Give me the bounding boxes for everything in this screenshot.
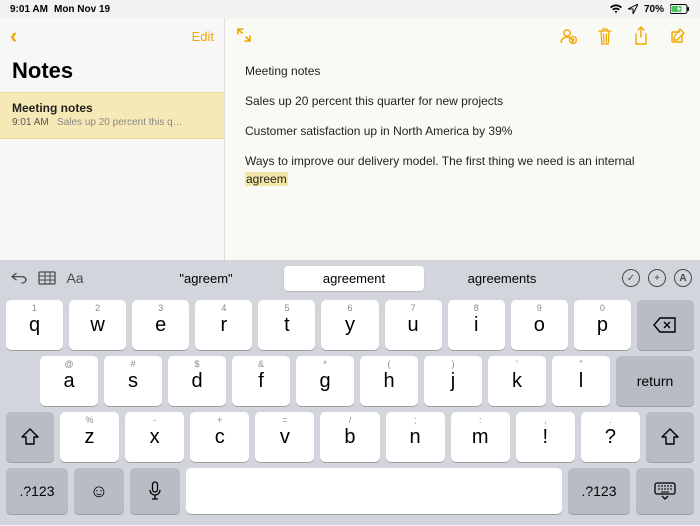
key-b[interactable]: /b [320,412,379,462]
suggestion-secondary[interactable]: agreements [432,266,572,291]
marker-icon[interactable]: A [674,269,692,287]
add-person-icon[interactable] [558,26,578,46]
table-icon[interactable] [36,271,58,285]
key-q[interactable]: 1q [6,300,63,350]
key-x[interactable]: -x [125,412,184,462]
key-l[interactable]: "l [552,356,610,406]
key-z[interactable]: %z [60,412,119,462]
location-icon [628,4,638,14]
note-line: Sales up 20 percent this quarter for new… [245,92,680,110]
note-title-line: Meeting notes [245,62,680,80]
key-y[interactable]: 6y [321,300,378,350]
note-editor[interactable]: Meeting notes Sales up 20 percent this q… [225,18,700,260]
shift-key-left[interactable] [6,412,54,462]
suggestion-primary[interactable]: agreement [284,266,424,291]
note-list-item[interactable]: Meeting notes 9:01 AM Sales up 20 percen… [0,92,224,139]
key-o[interactable]: 9o [511,300,568,350]
numbers-key-left[interactable]: .?123 [6,468,68,514]
key-v[interactable]: =v [255,412,314,462]
key-p[interactable]: 0p [574,300,631,350]
plus-circle-icon[interactable]: + [648,269,666,287]
backspace-key[interactable] [637,300,694,350]
compose-icon[interactable] [668,26,688,46]
key-c[interactable]: +c [190,412,249,462]
note-item-time: 9:01 AM [12,117,49,128]
note-item-preview: Sales up 20 percent this q… [57,117,183,128]
share-icon[interactable] [632,26,650,46]
key-a[interactable]: @a [40,356,98,406]
key-w[interactable]: 2w [69,300,126,350]
key-n[interactable]: ;n [386,412,445,462]
shift-key-right[interactable] [646,412,694,462]
space-key[interactable] [186,468,562,514]
keyboard: Aa "agreem" agreement agreements ✓ + A 1… [0,260,700,525]
dismiss-keyboard-key[interactable] [636,468,694,514]
status-date: Mon Nov 19 [54,4,110,15]
key-s[interactable]: #s [104,356,162,406]
battery-icon [670,4,690,14]
dictation-key[interactable] [130,468,180,514]
trash-icon[interactable] [596,26,614,46]
key-m[interactable]: :m [451,412,510,462]
check-icon[interactable]: ✓ [622,269,640,287]
status-time: 9:01 AM [10,4,48,15]
emoji-key[interactable]: ☺ [74,468,124,514]
note-body[interactable]: Meeting notes Sales up 20 percent this q… [225,54,700,200]
note-line: Ways to improve our delivery model. The … [245,152,680,188]
wifi-icon [610,4,622,14]
status-bar: 9:01 AM Mon Nov 19 70% [0,0,700,18]
key-h[interactable]: (h [360,356,418,406]
autocomplete-highlight: agreem [245,172,288,186]
key-u[interactable]: 7u [385,300,442,350]
key-j[interactable]: )j [424,356,482,406]
edit-button[interactable]: Edit [192,29,214,44]
notes-sidebar: ‹ Edit Notes Meeting notes 9:01 AM Sales… [0,18,225,260]
note-line: Customer satisfaction up in North Americ… [245,122,680,140]
expand-icon[interactable] [237,28,251,45]
sidebar-title: Notes [0,54,224,92]
key-g[interactable]: *g [296,356,354,406]
key-t[interactable]: 5t [258,300,315,350]
battery-percent: 70% [644,4,664,15]
numbers-key-right[interactable]: .?123 [568,468,630,514]
key-?[interactable]: .? [581,412,640,462]
key-e[interactable]: 3e [132,300,189,350]
key-d[interactable]: $d [168,356,226,406]
suggestion-quoted[interactable]: "agreem" [136,266,276,291]
key-i[interactable]: 8i [448,300,505,350]
undo-icon[interactable] [8,271,30,285]
key-r[interactable]: 4r [195,300,252,350]
note-item-title: Meeting notes [12,101,212,115]
key-f[interactable]: &f [232,356,290,406]
return-key[interactable]: return [616,356,694,406]
format-icon[interactable]: Aa [64,270,86,286]
key-![interactable]: ,! [516,412,575,462]
suggestion-bar: Aa "agreem" agreement agreements ✓ + A [0,260,700,296]
key-k[interactable]: 'k [488,356,546,406]
back-button[interactable]: ‹ [10,25,17,47]
